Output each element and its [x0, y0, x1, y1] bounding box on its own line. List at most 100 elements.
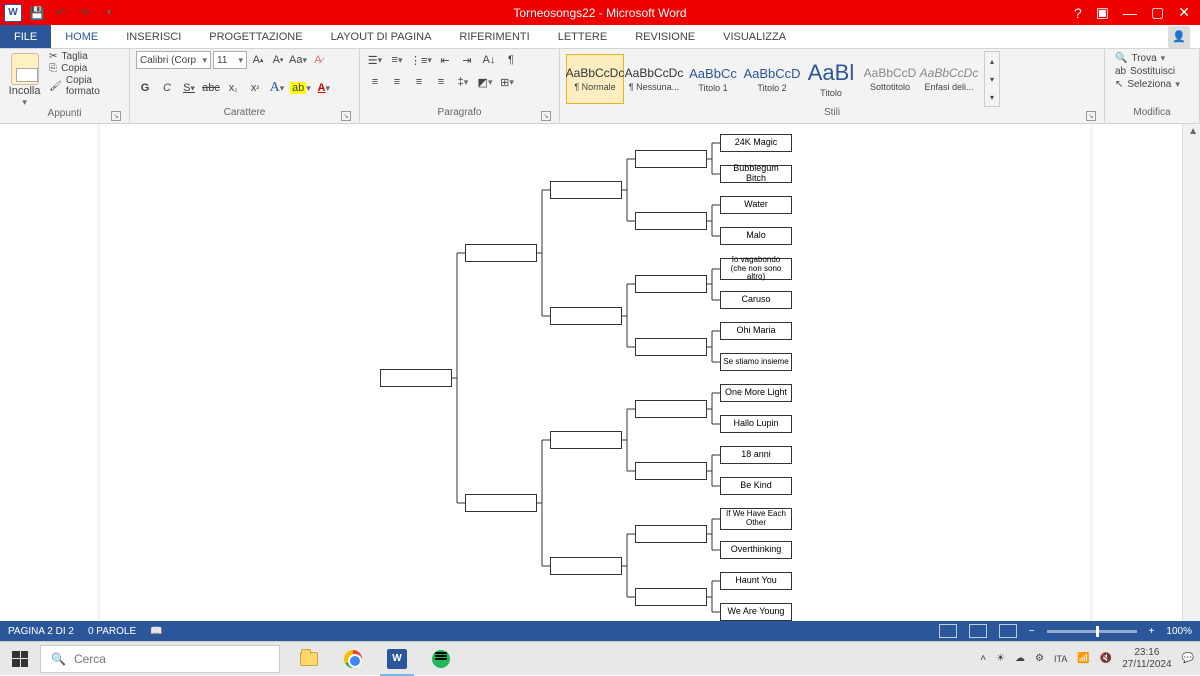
align-left-button[interactable]: ≡ — [366, 73, 384, 91]
change-case-button[interactable]: Aa▾ — [289, 51, 307, 69]
tray-onedrive-icon[interactable]: ☁ — [1015, 653, 1025, 664]
bracket-song-1[interactable]: Bubblegum Bitch — [720, 165, 792, 183]
font-size-combo[interactable]: 11▾ — [213, 51, 247, 69]
style-titolo[interactable]: AaBlTitolo — [802, 54, 860, 104]
tray-language[interactable]: ITA — [1054, 654, 1067, 664]
clear-formatting-button[interactable]: A̷ — [309, 51, 327, 69]
shading-button[interactable]: ◩▾ — [476, 73, 494, 91]
bracket-song-6[interactable]: Ohi Maria — [720, 322, 792, 340]
bracket-r2-4[interactable] — [635, 400, 707, 418]
help-icon[interactable]: ? — [1074, 5, 1082, 21]
bracket-song-8[interactable]: One More Light — [720, 384, 792, 402]
shrink-font-button[interactable]: A▾ — [269, 51, 287, 69]
bracket-r4-0[interactable] — [465, 244, 537, 262]
tab-lettere[interactable]: LETTERE — [544, 25, 622, 48]
view-print-icon[interactable] — [969, 624, 987, 638]
text-effects-button[interactable]: A▾ — [268, 79, 286, 97]
bracket-r4-1[interactable] — [465, 494, 537, 512]
bracket-r2-0[interactable] — [635, 150, 707, 168]
superscript-button[interactable]: x² — [246, 79, 264, 97]
align-center-button[interactable]: ≡ — [388, 73, 406, 91]
zoom-out-button[interactable]: − — [1029, 626, 1035, 637]
tray-more-icon[interactable]: ⚙ — [1035, 653, 1044, 664]
bracket-song-0[interactable]: 24K Magic — [720, 134, 792, 152]
multilevel-button[interactable]: ⋮≡▾ — [410, 51, 432, 69]
tab-home[interactable]: HOME — [51, 25, 112, 48]
tab-layout[interactable]: LAYOUT DI PAGINA — [317, 25, 446, 48]
increase-indent-button[interactable]: ⇥ — [458, 51, 476, 69]
bracket-r2-7[interactable] — [635, 588, 707, 606]
qat-redo-icon[interactable]: ↷ — [76, 4, 94, 22]
zoom-level[interactable]: 100% — [1166, 626, 1192, 637]
paste-icon[interactable] — [11, 53, 39, 85]
line-spacing-button[interactable]: ‡▾ — [454, 73, 472, 91]
grow-font-button[interactable]: A▴ — [249, 51, 267, 69]
font-name-combo[interactable]: Calibri (Corp▾ — [136, 51, 211, 69]
tray-wifi-icon[interactable]: 📶 — [1077, 653, 1089, 664]
clipboard-dialog-launcher[interactable]: ↘ — [111, 111, 121, 121]
taskbar-search[interactable]: 🔍Cerca — [40, 645, 280, 673]
italic-button[interactable]: C — [158, 79, 176, 97]
bracket-r3-0[interactable] — [550, 181, 622, 199]
styles-dialog-launcher[interactable]: ↘ — [1086, 111, 1096, 121]
cut-button[interactable]: ✂Taglia — [49, 51, 123, 62]
close-icon[interactable]: ✕ — [1178, 4, 1190, 21]
bracket-song-15[interactable]: We Are Young — [720, 603, 792, 621]
scroll-up-icon[interactable]: ▲ — [1188, 126, 1198, 137]
tab-file[interactable]: FILE — [0, 25, 51, 48]
find-button[interactable]: 🔍Trova▾ — [1115, 53, 1189, 64]
bracket-song-7[interactable]: Se stiamo insieme — [720, 353, 792, 371]
style-enfasi[interactable]: AaBbCcDcEnfasi deli... — [920, 54, 978, 104]
bracket-song-2[interactable]: Water — [720, 196, 792, 214]
qat-save-icon[interactable]: 💾 — [28, 4, 46, 22]
bracket-r2-5[interactable] — [635, 462, 707, 480]
numbering-button[interactable]: ≡▾ — [388, 51, 406, 69]
bracket-song-14[interactable]: Haunt You — [720, 572, 792, 590]
tray-volume-icon[interactable]: 🔇 — [1100, 653, 1112, 664]
status-page[interactable]: PAGINA 2 DI 2 — [8, 626, 74, 637]
tray-clock[interactable]: 23:1627/11/2024 — [1122, 647, 1171, 671]
maximize-icon[interactable]: ▢ — [1151, 4, 1164, 21]
start-button[interactable] — [0, 642, 40, 676]
tray-weather-icon[interactable]: ☀ — [996, 653, 1005, 664]
bracket-r2-3[interactable] — [635, 338, 707, 356]
format-painter-button[interactable]: 🖌Copia formato — [49, 75, 123, 97]
zoom-in-button[interactable]: + — [1149, 626, 1155, 637]
qat-undo-icon[interactable]: ↶ — [52, 4, 70, 22]
tab-progettazione[interactable]: PROGETTAZIONE — [195, 25, 316, 48]
bracket-song-10[interactable]: 18 anni — [720, 446, 792, 464]
bracket-song-9[interactable]: Hallo Lupin — [720, 415, 792, 433]
bracket-song-11[interactable]: Be Kind — [720, 477, 792, 495]
tab-riferimenti[interactable]: RIFERIMENTI — [445, 25, 543, 48]
replace-button[interactable]: abSostituisci — [1115, 66, 1189, 77]
style-sottotitolo[interactable]: AaBbCcDSottotitolo — [861, 54, 919, 104]
bracket-r2-1[interactable] — [635, 212, 707, 230]
bracket-song-12[interactable]: If We Have Each Other — [720, 508, 792, 530]
bullets-button[interactable]: ☰▾ — [366, 51, 384, 69]
styles-more-button[interactable]: ▴▾▾ — [984, 51, 1000, 107]
zoom-slider[interactable] — [1047, 630, 1137, 633]
paste-button[interactable]: Incolla — [9, 85, 41, 97]
view-read-icon[interactable] — [939, 624, 957, 638]
taskbar-word[interactable]: W — [376, 642, 418, 676]
status-proofing-icon[interactable]: 📖 — [150, 626, 162, 637]
highlight-button[interactable]: ab▾ — [290, 79, 311, 97]
document-area[interactable]: 24K Magic Bubblegum Bitch Water Malo Io … — [0, 124, 1200, 621]
bracket-song-5[interactable]: Caruso — [720, 291, 792, 309]
font-dialog-launcher[interactable]: ↘ — [341, 111, 351, 121]
select-button[interactable]: ↖Seleziona▾ — [1115, 79, 1189, 90]
borders-button[interactable]: ⊞▾ — [498, 73, 516, 91]
bold-button[interactable]: G — [136, 79, 154, 97]
bracket-song-3[interactable]: Malo — [720, 227, 792, 245]
taskbar-spotify[interactable] — [420, 642, 462, 676]
style-nessuna[interactable]: AaBbCcDc¶ Nessuna... — [625, 54, 683, 104]
taskbar-chrome[interactable] — [332, 642, 374, 676]
style-titolo2[interactable]: AaBbCcDTitolo 2 — [743, 54, 801, 104]
paragraph-dialog-launcher[interactable]: ↘ — [541, 111, 551, 121]
minimize-icon[interactable]: — — [1123, 5, 1137, 21]
tray-notifications-icon[interactable]: 💬 — [1182, 653, 1194, 664]
underline-button[interactable]: S▾ — [180, 79, 198, 97]
strike-button[interactable]: abc — [202, 79, 220, 97]
view-web-icon[interactable] — [999, 624, 1017, 638]
tab-inserisci[interactable]: INSERISCI — [112, 25, 195, 48]
